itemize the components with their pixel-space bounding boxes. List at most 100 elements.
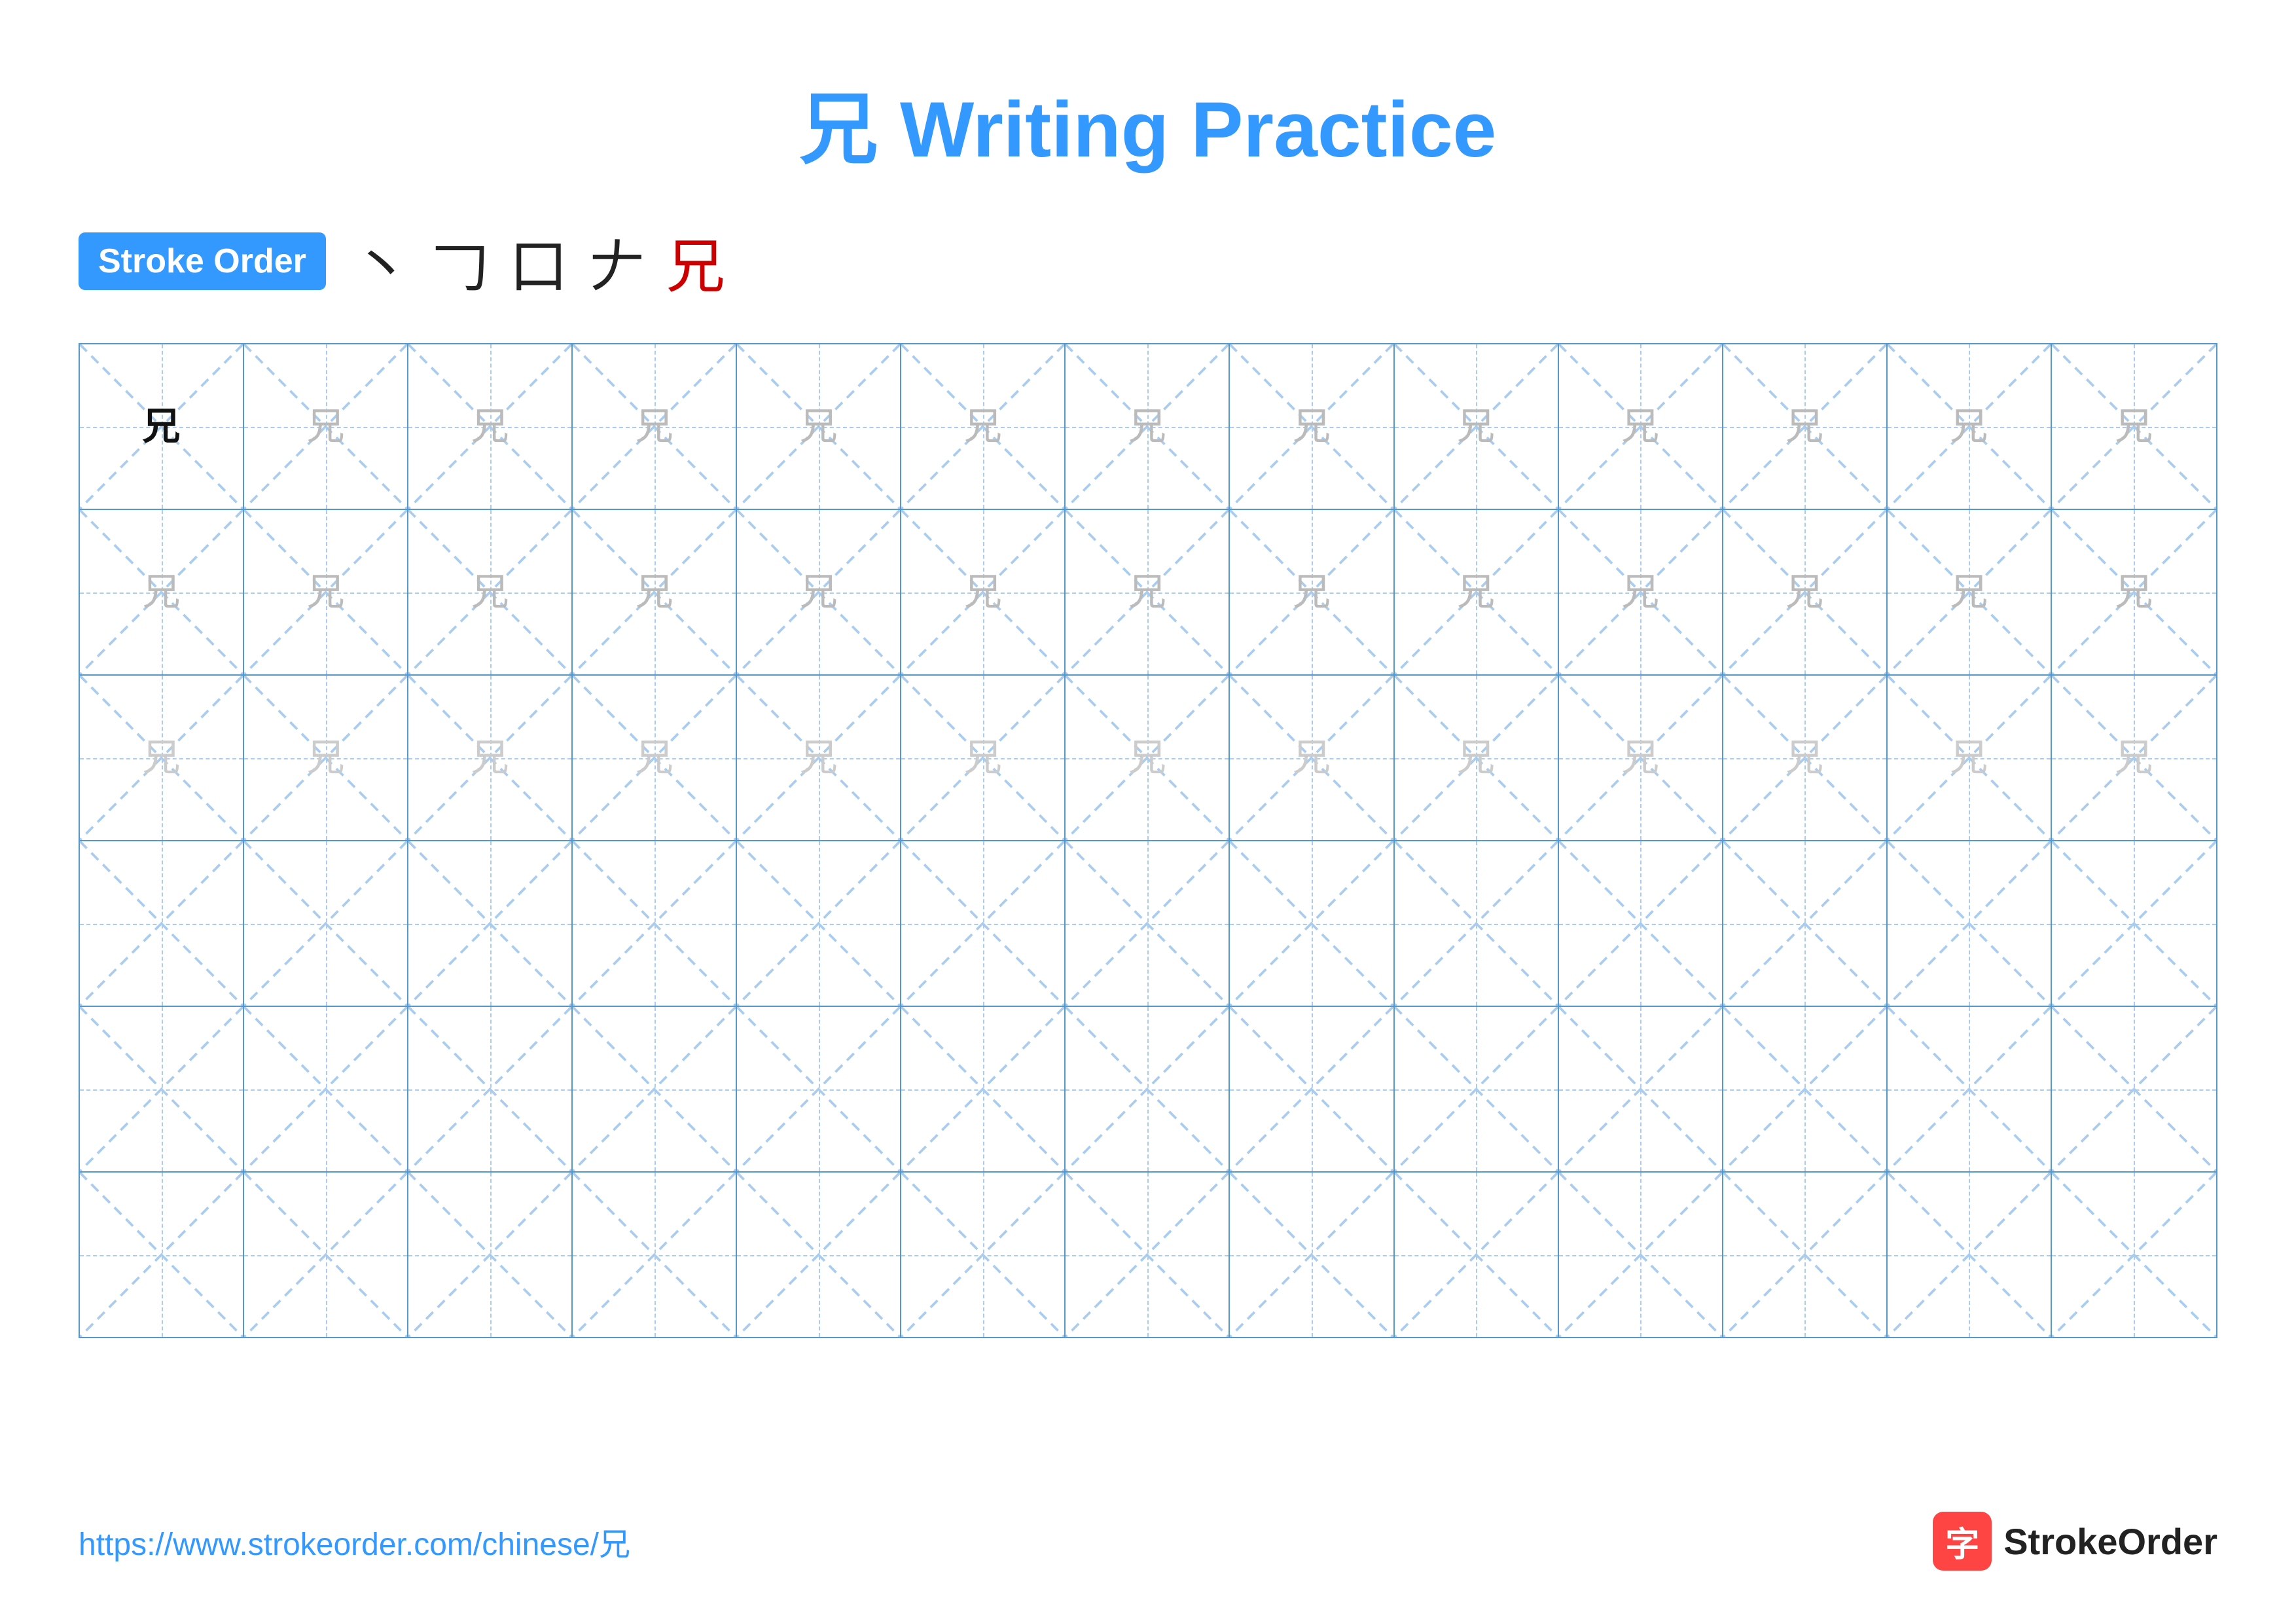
grid-cell[interactable] (1888, 1173, 2052, 1337)
grid-cell[interactable] (1723, 1173, 1888, 1337)
grid-cell[interactable]: 兄 (737, 510, 901, 674)
grid-cell[interactable] (408, 841, 573, 1006)
grid-cell[interactable] (1395, 1173, 1559, 1337)
grid-row (80, 1173, 2216, 1337)
grid-cell[interactable] (80, 1007, 244, 1171)
grid-cell[interactable] (80, 841, 244, 1006)
grid-cell[interactable] (2052, 1173, 2216, 1337)
grid-cell[interactable]: 兄 (80, 510, 244, 674)
grid-cell[interactable]: 兄 (901, 676, 1066, 840)
grid-cell[interactable]: 兄 (1066, 344, 1230, 509)
grid-cell[interactable]: 兄 (1066, 676, 1230, 840)
practice-char: 兄 (800, 408, 838, 446)
practice-char: 兄 (1621, 739, 1659, 777)
practice-char: 兄 (964, 574, 1002, 611)
practice-char: 兄 (1293, 574, 1331, 611)
practice-char: 兄 (307, 408, 345, 446)
grid-cell[interactable]: 兄 (1888, 676, 2052, 840)
grid-cell[interactable] (244, 841, 408, 1006)
grid-cell[interactable] (901, 1173, 1066, 1337)
grid-cell[interactable]: 兄 (901, 344, 1066, 509)
grid-cell[interactable]: 兄 (244, 676, 408, 840)
grid-cell[interactable]: 兄 (2052, 510, 2216, 674)
grid-cell[interactable]: 兄 (408, 344, 573, 509)
grid-cell[interactable] (1888, 841, 2052, 1006)
grid-cell[interactable] (1230, 841, 1394, 1006)
grid-cell[interactable]: 兄 (1559, 344, 1723, 509)
grid-cell[interactable]: 兄 (1723, 676, 1888, 840)
grid-cell[interactable]: 兄 (1559, 676, 1723, 840)
page-title: 兄 Writing Practice (79, 65, 2217, 179)
practice-char: 兄 (1293, 739, 1331, 777)
grid-cell[interactable] (1066, 1173, 1230, 1337)
grid-cell[interactable] (1559, 1007, 1723, 1171)
grid-cell[interactable]: 兄 (1395, 510, 1559, 674)
grid-cell[interactable]: 兄 (1395, 676, 1559, 840)
grid-cell[interactable] (1723, 841, 1888, 1006)
grid-cell[interactable] (1723, 1007, 1888, 1171)
grid-cell[interactable] (737, 1173, 901, 1337)
practice-char: 兄 (800, 739, 838, 777)
grid-cell[interactable] (573, 1007, 737, 1171)
grid-cell[interactable]: 兄 (1888, 344, 2052, 509)
grid-cell[interactable]: 兄 (1066, 510, 1230, 674)
grid-cell[interactable]: 兄 (408, 510, 573, 674)
grid-cell[interactable] (901, 1007, 1066, 1171)
grid-cell[interactable]: 兄 (1230, 344, 1394, 509)
grid-cell[interactable]: 兄 (80, 344, 244, 509)
grid-cell[interactable] (80, 1173, 244, 1337)
grid-cell[interactable]: 兄 (1230, 510, 1394, 674)
grid-cell[interactable] (1559, 1173, 1723, 1337)
practice-char: 兄 (307, 739, 345, 777)
practice-char: 兄 (471, 739, 509, 777)
grid-cell[interactable] (1230, 1173, 1394, 1337)
grid-cell[interactable]: 兄 (1230, 676, 1394, 840)
grid-cell[interactable] (244, 1173, 408, 1337)
grid-cell[interactable]: 兄 (2052, 676, 2216, 840)
grid-cell[interactable] (1888, 1007, 2052, 1171)
grid-cell[interactable]: 兄 (1723, 510, 1888, 674)
practice-char: 兄 (1128, 574, 1166, 611)
grid-cell[interactable]: 兄 (2052, 344, 2216, 509)
practice-grid: 兄兄兄兄兄兄兄兄兄兄兄兄兄兄兄兄兄兄兄兄兄兄兄兄兄兄兄兄兄兄兄兄兄兄兄兄兄兄兄 (79, 343, 2217, 1338)
grid-cell[interactable] (901, 841, 1066, 1006)
grid-cell[interactable]: 兄 (244, 510, 408, 674)
grid-cell[interactable] (1395, 1007, 1559, 1171)
grid-cell[interactable] (2052, 1007, 2216, 1171)
footer-url: https://www.strokeorder.com/chinese/兄 (79, 1518, 630, 1564)
grid-cell[interactable] (1230, 1007, 1394, 1171)
grid-cell[interactable]: 兄 (1888, 510, 2052, 674)
grid-cell[interactable]: 兄 (1395, 344, 1559, 509)
grid-cell[interactable]: 兄 (80, 676, 244, 840)
grid-cell[interactable] (573, 841, 737, 1006)
grid-cell[interactable] (1395, 841, 1559, 1006)
grid-cell[interactable]: 兄 (1559, 510, 1723, 674)
grid-row (80, 841, 2216, 1007)
grid-cell[interactable]: 兄 (737, 344, 901, 509)
grid-cell[interactable]: 兄 (901, 510, 1066, 674)
practice-char: 兄 (1128, 408, 1166, 446)
footer: https://www.strokeorder.com/chinese/兄 字 … (79, 1512, 2217, 1571)
grid-cell[interactable] (2052, 841, 2216, 1006)
practice-char: 兄 (964, 739, 1002, 777)
grid-row: 兄兄兄兄兄兄兄兄兄兄兄兄兄 (80, 676, 2216, 841)
grid-cell[interactable]: 兄 (573, 344, 737, 509)
grid-cell[interactable]: 兄 (737, 676, 901, 840)
grid-cell[interactable] (244, 1007, 408, 1171)
grid-cell[interactable]: 兄 (573, 676, 737, 840)
grid-cell[interactable] (1559, 841, 1723, 1006)
grid-cell[interactable]: 兄 (244, 344, 408, 509)
grid-cell[interactable] (737, 1007, 901, 1171)
grid-cell[interactable] (1066, 841, 1230, 1006)
grid-cell[interactable] (408, 1173, 573, 1337)
grid-cell[interactable]: 兄 (1723, 344, 1888, 509)
grid-cell[interactable] (737, 841, 901, 1006)
practice-char: 兄 (1950, 574, 1988, 611)
grid-cell[interactable] (573, 1173, 737, 1337)
grid-cell[interactable]: 兄 (573, 510, 737, 674)
grid-cell[interactable]: 兄 (408, 676, 573, 840)
stroke-5: 兄 (666, 219, 725, 304)
grid-cell[interactable] (1066, 1007, 1230, 1171)
stroke-4: 𠂇 (588, 219, 647, 304)
grid-cell[interactable] (408, 1007, 573, 1171)
